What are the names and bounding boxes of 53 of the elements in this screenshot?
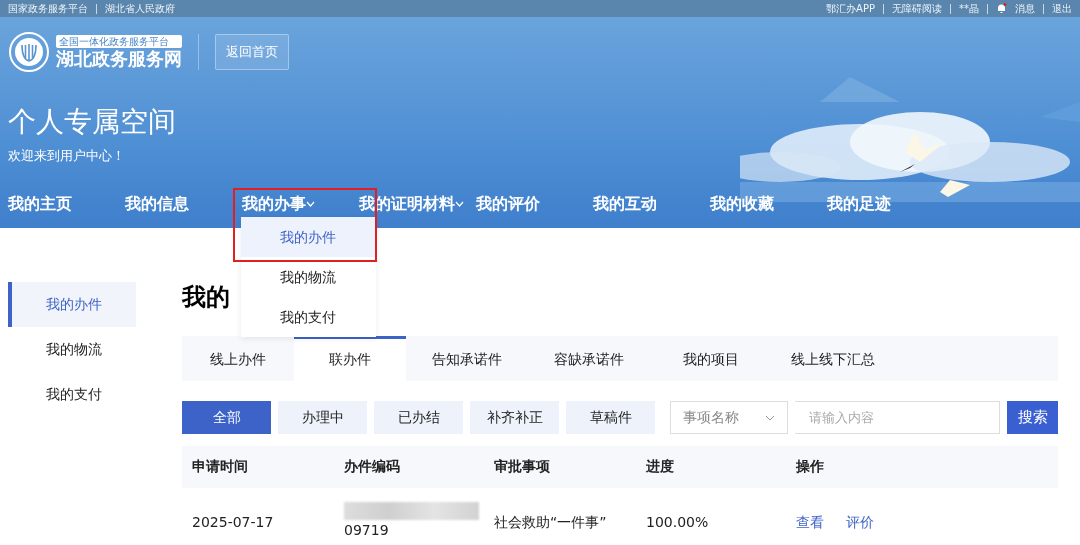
table-cell-text: 100.00% bbox=[646, 513, 710, 530]
logo-name: 湖北政务服务网 bbox=[56, 47, 182, 70]
nav-item[interactable]: 我的主页 bbox=[8, 193, 125, 215]
column-header: 办件编码 bbox=[344, 458, 401, 476]
nav-item[interactable]: 我的互动 bbox=[593, 193, 710, 215]
column-header: 申请时间 bbox=[192, 458, 249, 476]
nav-item[interactable]: 我的办事 bbox=[242, 193, 359, 215]
action-link[interactable]: 评价 bbox=[846, 514, 874, 532]
search-button[interactable]: 搜索 bbox=[1007, 401, 1058, 434]
top-link[interactable]: **晶 bbox=[959, 1, 979, 16]
tab[interactable]: 线上办件 bbox=[182, 336, 294, 381]
tab[interactable]: 告知承诺件 bbox=[406, 336, 528, 381]
top-link[interactable]: 国家政务服务平台 bbox=[8, 1, 88, 16]
table-cell-text: 社会救助“一件事” bbox=[494, 513, 608, 532]
sidebar-item[interactable]: 我的支付 bbox=[8, 372, 136, 417]
column-header: 审批事项 bbox=[494, 458, 551, 476]
filter-button[interactable]: 全部 bbox=[182, 401, 271, 434]
bell-icon[interactable] bbox=[996, 3, 1007, 14]
chevron-icon bbox=[765, 414, 775, 421]
nav-item[interactable]: 我的足迹 bbox=[827, 193, 944, 215]
nav-item[interactable]: 我的收藏 bbox=[710, 193, 827, 215]
logo-emblem-icon bbox=[8, 31, 50, 73]
table-cell-text: 2025-07-17 bbox=[192, 513, 275, 530]
tab[interactable]: 我的项目 bbox=[650, 336, 772, 381]
nav-item[interactable]: 我的评价 bbox=[476, 193, 593, 215]
menu-item[interactable]: 我的物流 bbox=[241, 257, 376, 297]
filter-button[interactable]: 办理中 bbox=[278, 401, 367, 434]
menu-item[interactable]: 我的支付 bbox=[241, 297, 376, 337]
search-field[interactable]: 请输入内容 bbox=[795, 401, 1000, 434]
messages-link[interactable]: 消息 bbox=[1015, 1, 1035, 16]
sidebar-item[interactable]: 我的物流 bbox=[8, 327, 136, 372]
logo-tagline: 全国一体化政务服务平台 bbox=[56, 34, 182, 48]
banner-title: 个人专属空间 bbox=[8, 104, 177, 140]
nav-item[interactable]: 我的信息 bbox=[125, 193, 242, 215]
top-link[interactable]: 退出 bbox=[1052, 1, 1072, 16]
tab[interactable]: 容缺承诺件 bbox=[528, 336, 650, 381]
filter-button[interactable]: 补齐补正 bbox=[470, 401, 559, 434]
tab[interactable]: 线上线下汇总 bbox=[772, 336, 894, 381]
table-cell-text: 09719 bbox=[344, 522, 390, 538]
filter-button[interactable]: 已办结 bbox=[374, 401, 463, 434]
top-link[interactable]: 鄂汇办APP bbox=[826, 1, 875, 16]
filter-button[interactable]: 草稿件 bbox=[566, 401, 655, 434]
action-link[interactable]: 查看 bbox=[796, 514, 824, 532]
column-header: 进度 bbox=[646, 458, 675, 476]
tab[interactable]: 联办件 bbox=[294, 336, 406, 381]
top-link[interactable]: 无障碍阅读 bbox=[892, 1, 942, 16]
banner-subtitle: 欢迎来到用户中心！ bbox=[8, 147, 126, 165]
top-link[interactable]: 湖北省人民政府 bbox=[105, 1, 175, 16]
field-select[interactable]: 事项名称 bbox=[670, 401, 788, 434]
sidebar-item[interactable]: 我的办件 bbox=[8, 282, 136, 327]
column-header: 操作 bbox=[796, 458, 825, 476]
page-title: 我的 bbox=[182, 282, 230, 312]
menu-item[interactable]: 我的办件 bbox=[241, 217, 376, 257]
